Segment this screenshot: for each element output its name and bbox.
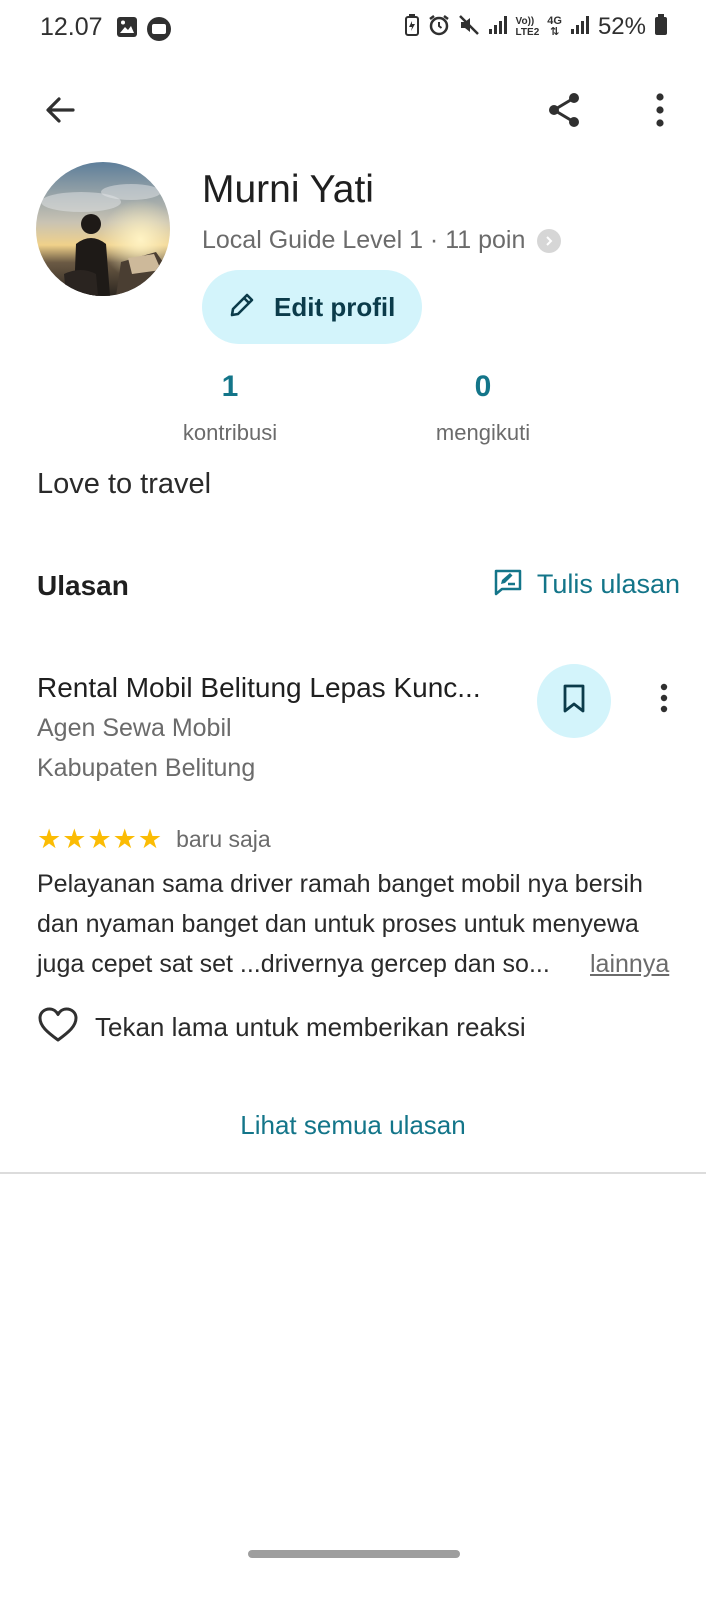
share-button[interactable] [540, 88, 588, 136]
see-all-reviews-link[interactable]: Lihat semua ulasan [0, 1110, 706, 1141]
divider [0, 1172, 706, 1174]
reaction-button[interactable]: Tekan lama untuk memberikan reaksi [37, 1006, 526, 1049]
review-text[interactable]: Pelayanan sama driver ramah banget mobil… [37, 864, 643, 984]
top-app-bar [0, 80, 720, 140]
signal-icon-1 [488, 15, 508, 40]
heart-icon [37, 1006, 79, 1049]
volte-icon: Vo)) LTE2 [516, 16, 540, 38]
status-bar: 12.07 Vo)) LTE2 4G ⇅ 52% [0, 0, 720, 58]
chevron-right-icon [537, 228, 562, 253]
profile-name: Murni Yati [202, 168, 374, 211]
edit-profile-button[interactable]: Edit profil [202, 270, 422, 344]
edit-profile-label: Edit profil [274, 291, 396, 322]
guide-level-text: Local Guide Level 1 · 11 poin [202, 226, 526, 254]
pencil-icon [228, 291, 256, 324]
write-review-label: Tulis ulasan [536, 569, 680, 599]
home-indicator[interactable] [248, 1550, 460, 1558]
alarm-icon [428, 14, 450, 41]
star-icon: ★ [62, 824, 87, 854]
local-guide-level[interactable]: Local Guide Level 1 · 11 poin [202, 226, 562, 255]
reaction-hint: Tekan lama untuk memberikan reaksi [95, 1012, 526, 1042]
following-count: 0 [474, 370, 492, 403]
more-vertical-icon [660, 683, 668, 718]
battery-saver-icon [404, 13, 420, 41]
bookmark-icon [562, 684, 586, 719]
back-button[interactable] [36, 88, 84, 136]
following-stat[interactable]: 0 mengikuti [383, 370, 583, 446]
reviews-section-title: Ulasan [37, 570, 129, 601]
status-left-icons [116, 16, 172, 47]
lte-label: LTE2 [515, 27, 540, 38]
rate-review-icon [493, 568, 523, 601]
volte-label: Vo)) [515, 16, 535, 27]
review-text-line: Pelayanan sama driver ramah banget mobil… [37, 870, 643, 898]
gallery-icon [116, 16, 138, 47]
screen-recorder-icon [146, 16, 172, 47]
profile-bio: Love to travel [37, 468, 212, 500]
arrow-left-icon [43, 93, 77, 132]
contributions-label: kontribusi [182, 420, 278, 445]
mute-icon [458, 14, 480, 41]
following-label: mengikuti [435, 420, 531, 445]
review-more-options-button[interactable] [640, 676, 688, 724]
review-time: baru saja [176, 826, 271, 852]
contributions-count: 1 [221, 370, 239, 403]
star-icon: ★ [137, 824, 163, 854]
status-time: 12.07 [40, 13, 103, 41]
signal-icon-2 [570, 15, 590, 40]
data-arrows-icon: ⇅ [550, 26, 560, 38]
avatar[interactable] [36, 162, 170, 296]
star-icon: ★ [112, 824, 137, 854]
battery-percent: 52% [597, 13, 646, 40]
contributions-stat[interactable]: 1 kontribusi [130, 370, 330, 446]
read-more-link[interactable]: lainnya [590, 944, 669, 984]
review-place-name[interactable]: Rental Mobil Belitung Lepas Kunc... [37, 672, 507, 704]
review-place-location: Kabupaten Belitung [37, 754, 256, 782]
more-vertical-icon [655, 92, 665, 132]
share-icon [545, 91, 583, 134]
review-rating-row: ★ ★ ★ ★ ★ baru saja [37, 826, 271, 853]
save-place-button[interactable] [537, 664, 611, 738]
star-icon: ★ [87, 824, 112, 854]
write-review-button[interactable]: Tulis ulasan [493, 568, 680, 601]
review-place-category: Agen Sewa Mobil [37, 714, 232, 742]
star-rating: ★ ★ ★ ★ ★ [37, 826, 162, 853]
network-type-icon: 4G ⇅ [547, 16, 562, 38]
review-text-line: juga cepet sat set ...drivernya gercep d… [37, 950, 550, 978]
battery-icon [654, 13, 668, 41]
status-right-icons: Vo)) LTE2 4G ⇅ 52% [404, 13, 668, 41]
more-options-button[interactable] [636, 88, 684, 136]
review-text-line: dan nyaman banget dan untuk proses untuk… [37, 910, 639, 938]
star-icon: ★ [37, 824, 62, 854]
